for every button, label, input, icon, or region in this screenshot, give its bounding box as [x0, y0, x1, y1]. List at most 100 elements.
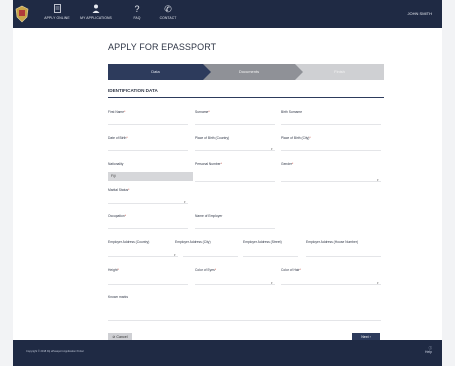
- birth-surname-input[interactable]: [281, 124, 381, 125]
- color-hair-field[interactable]: Color of Hair*: [281, 268, 301, 272]
- date-of-birth-input[interactable]: [108, 150, 188, 151]
- surname-field[interactable]: Surname*: [195, 110, 210, 114]
- nav-my-applications[interactable]: MY APPLICATIONS: [77, 4, 115, 26]
- chevron-down-icon[interactable]: ▾: [377, 178, 379, 182]
- app-window: APPLY ONLINE MY APPLICATIONS ? FAQ ✆ CON…: [0, 0, 455, 366]
- gender-field[interactable]: Gender*: [281, 162, 293, 166]
- nationality-value: Fiji: [111, 174, 116, 178]
- user-name[interactable]: JOHN SMITH: [408, 11, 432, 16]
- name-employer-field[interactable]: Name of Employer: [195, 214, 222, 218]
- required-mark: *: [124, 214, 126, 218]
- required-mark: *: [220, 162, 222, 166]
- required-mark: *: [299, 268, 301, 272]
- first-name-field[interactable]: First Name*: [108, 110, 125, 114]
- nav-apply-online-label: APPLY ONLINE: [44, 16, 70, 20]
- required-mark: *: [292, 162, 294, 166]
- required-mark: *: [214, 268, 217, 272]
- name-employer-input[interactable]: [195, 228, 275, 229]
- main-content: APPLY FOR EPASSPORT Data Documents Finis…: [13, 28, 442, 341]
- employer-country-field[interactable]: Employer Address (Country): [108, 240, 149, 244]
- step-progress: Data Documents Finish: [108, 64, 384, 80]
- cancel-button-label: Cancel: [116, 335, 128, 339]
- step-data-label: Data: [151, 69, 160, 74]
- required-mark: *: [117, 268, 119, 272]
- place-birth-country-label: Place of Birth (Country): [195, 136, 230, 140]
- place-birth-city-field[interactable]: Place of Birth (City)*: [281, 136, 311, 140]
- marital-status-select[interactable]: [108, 203, 188, 204]
- required-mark: *: [126, 136, 128, 140]
- doc-icon: [38, 4, 76, 15]
- help-link[interactable]: ⓘ Help: [425, 346, 432, 354]
- coat-of-arms-icon: [15, 5, 29, 23]
- color-eyes-select[interactable]: [195, 284, 275, 285]
- surname-input[interactable]: [195, 124, 275, 125]
- occupation-input[interactable]: [108, 228, 188, 229]
- employer-city-field[interactable]: Employer Address (City): [175, 240, 211, 244]
- chevron-down-icon[interactable]: ▾: [271, 147, 273, 151]
- chevron-down-icon[interactable]: ▾: [377, 281, 379, 285]
- nav-apply-online[interactable]: APPLY ONLINE: [38, 4, 76, 26]
- help-label: Help: [425, 350, 432, 354]
- place-birth-country-input[interactable]: [195, 150, 275, 151]
- color-eyes-label: Color of Eyes: [195, 268, 215, 272]
- first-name-input[interactable]: [108, 124, 188, 125]
- gender-select[interactable]: [281, 181, 381, 182]
- place-birth-country-field[interactable]: Place of Birth (Country): [195, 136, 229, 140]
- marital-status-field[interactable]: Marital Status*: [108, 188, 129, 192]
- chevron-down-icon[interactable]: ▾: [184, 200, 186, 204]
- employer-city-label: Employer Address (City): [175, 240, 211, 244]
- required-mark: *: [208, 110, 210, 114]
- top-navigation: APPLY ONLINE MY APPLICATIONS ? FAQ ✆ CON…: [13, 0, 442, 28]
- employer-house-input[interactable]: [306, 256, 381, 257]
- marital-status-label: Marital Status: [108, 188, 129, 192]
- personal-number-label: Personal Number: [195, 162, 221, 166]
- personal-number-input[interactable]: [195, 181, 275, 182]
- chevron-right-icon: ›: [368, 335, 371, 339]
- known-marks-label: Known marks: [108, 295, 128, 299]
- employer-country-select[interactable]: [108, 256, 178, 257]
- user-icon: [77, 4, 115, 15]
- employer-street-input[interactable]: [243, 256, 298, 257]
- known-marks-field[interactable]: Known marks: [108, 295, 128, 299]
- employer-street-label: Employer Address (Street): [243, 240, 282, 244]
- name-employer-label: Name of Employer: [195, 214, 223, 218]
- employer-house-field[interactable]: Employer Address (House Number): [306, 240, 358, 244]
- footer: Copyright © 2018 Fiji ePassport Applicat…: [13, 340, 442, 366]
- height-input[interactable]: [108, 284, 188, 285]
- step-data: Data: [108, 64, 211, 80]
- surname-label: Surname: [195, 110, 209, 114]
- date-of-birth-field[interactable]: Date of Birth*: [108, 136, 128, 140]
- employer-country-label: Employer Address (Country): [108, 240, 150, 244]
- place-birth-city-input[interactable]: [281, 150, 381, 151]
- nationality-label: Nationality: [108, 162, 124, 166]
- nationality-select[interactable]: Fiji: [108, 172, 193, 181]
- color-hair-select[interactable]: [281, 284, 381, 285]
- chevron-down-icon[interactable]: ▾: [271, 281, 273, 285]
- step-finish-label: Finish: [334, 69, 345, 74]
- required-mark: *: [309, 136, 311, 140]
- next-button-label: Next: [361, 335, 369, 339]
- employer-street-field[interactable]: Employer Address (Street): [243, 240, 282, 244]
- color-eyes-field[interactable]: Color of Eyes*: [195, 268, 216, 272]
- birth-surname-label: Birth Surname: [281, 110, 303, 114]
- first-name-label: First Name: [108, 110, 125, 114]
- copyright-text: Copyright © 2018 Fiji ePassport Applicat…: [26, 350, 84, 353]
- birth-surname-field[interactable]: Birth Surname: [281, 110, 302, 114]
- gender-label: Gender: [281, 162, 292, 166]
- known-marks-input[interactable]: [108, 320, 381, 321]
- place-birth-city-label: Place of Birth (City): [281, 136, 310, 140]
- nav-contact[interactable]: ✆ CONTACT: [149, 4, 187, 26]
- color-hair-label: Color of Hair: [281, 268, 300, 272]
- personal-number-field[interactable]: Personal Number*: [195, 162, 222, 166]
- page-title: APPLY FOR EPASSPORT: [108, 42, 217, 52]
- chevron-down-icon[interactable]: ▾: [174, 253, 176, 257]
- phone-icon: ✆: [164, 4, 172, 14]
- required-mark: *: [124, 110, 126, 114]
- required-mark: *: [128, 188, 130, 192]
- nav-contact-label: CONTACT: [159, 16, 177, 20]
- nationality-field[interactable]: Nationality: [108, 162, 123, 166]
- employer-city-input[interactable]: [183, 256, 238, 257]
- section-divider: [108, 97, 384, 98]
- height-field[interactable]: Height*: [108, 268, 119, 272]
- occupation-field[interactable]: Occupation*: [108, 214, 126, 218]
